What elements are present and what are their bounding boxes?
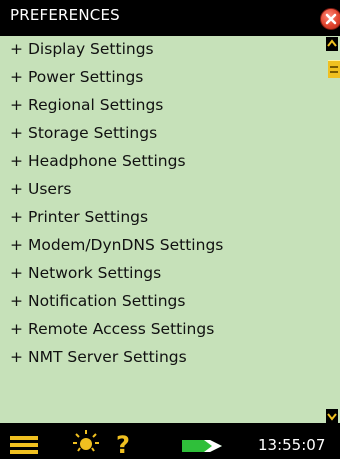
preferences-list: + Display Settings + Power Settings + Regio… [0, 36, 324, 423]
menu-item-nmt-server-settings[interactable]: + NMT Server Settings [10, 348, 187, 366]
expand-icon: + [10, 40, 23, 58]
expand-icon: + [10, 320, 23, 338]
chevron-down-icon [327, 413, 337, 421]
help-icon[interactable]: ? [116, 431, 130, 459]
menu-item-notification-settings[interactable]: + Notification Settings [10, 292, 185, 310]
sun-icon[interactable] [72, 429, 100, 459]
menu-item-storage-settings[interactable]: + Storage Settings [10, 124, 157, 142]
expand-icon: + [10, 236, 23, 254]
menu-item-label: Printer Settings [28, 208, 149, 226]
menu-item-label: Notification Settings [28, 292, 186, 310]
expand-icon: + [10, 208, 23, 226]
menu-item-network-settings[interactable]: + Network Settings [10, 264, 161, 282]
clock-time: 13:55:07 [258, 436, 326, 454]
status-bar: ? 13:55:07 [0, 423, 340, 459]
scroll-up-button[interactable] [326, 37, 338, 51]
menu-item-label: Power Settings [28, 68, 144, 86]
menu-item-label: Remote Access Settings [28, 320, 215, 338]
expand-icon: + [10, 96, 23, 114]
expand-icon: + [10, 264, 23, 282]
scroll-down-button[interactable] [326, 409, 338, 423]
expand-icon: + [10, 180, 23, 198]
close-button[interactable] [320, 8, 340, 30]
menu-item-label: Regional Settings [28, 96, 164, 114]
menu-item-label: Headphone Settings [28, 152, 186, 170]
page-title: PREFERENCES [10, 6, 120, 24]
expand-icon: + [10, 348, 23, 366]
hamburger-menu-icon[interactable] [10, 436, 38, 457]
menu-item-headphone-settings[interactable]: + Headphone Settings [10, 152, 186, 170]
expand-icon: + [10, 292, 23, 310]
menu-item-modem-dyndns-settings[interactable]: + Modem/DynDNS Settings [10, 236, 223, 254]
battery-icon [182, 437, 226, 456]
title-bar: PREFERENCES [0, 0, 340, 30]
menu-item-display-settings[interactable]: + Display Settings [10, 40, 154, 58]
menu-item-label: Storage Settings [28, 124, 158, 142]
menu-item-regional-settings[interactable]: + Regional Settings [10, 96, 163, 114]
scrollbar[interactable] [324, 36, 340, 423]
menu-item-users[interactable]: + Users [10, 180, 71, 198]
chevron-up-icon [327, 39, 337, 47]
menu-item-label: Modem/DynDNS Settings [28, 236, 224, 254]
menu-item-label: Users [28, 180, 72, 198]
menu-item-label: Network Settings [28, 264, 162, 282]
expand-icon: + [10, 124, 23, 142]
expand-icon: + [10, 152, 23, 170]
close-icon [325, 13, 337, 25]
expand-icon: + [10, 68, 23, 86]
menu-item-label: Display Settings [28, 40, 154, 58]
menu-item-remote-access-settings[interactable]: + Remote Access Settings [10, 320, 214, 338]
scrollbar-thumb[interactable] [328, 60, 340, 78]
menu-item-power-settings[interactable]: + Power Settings [10, 68, 143, 86]
menu-item-label: NMT Server Settings [28, 348, 187, 366]
menu-item-printer-settings[interactable]: + Printer Settings [10, 208, 148, 226]
